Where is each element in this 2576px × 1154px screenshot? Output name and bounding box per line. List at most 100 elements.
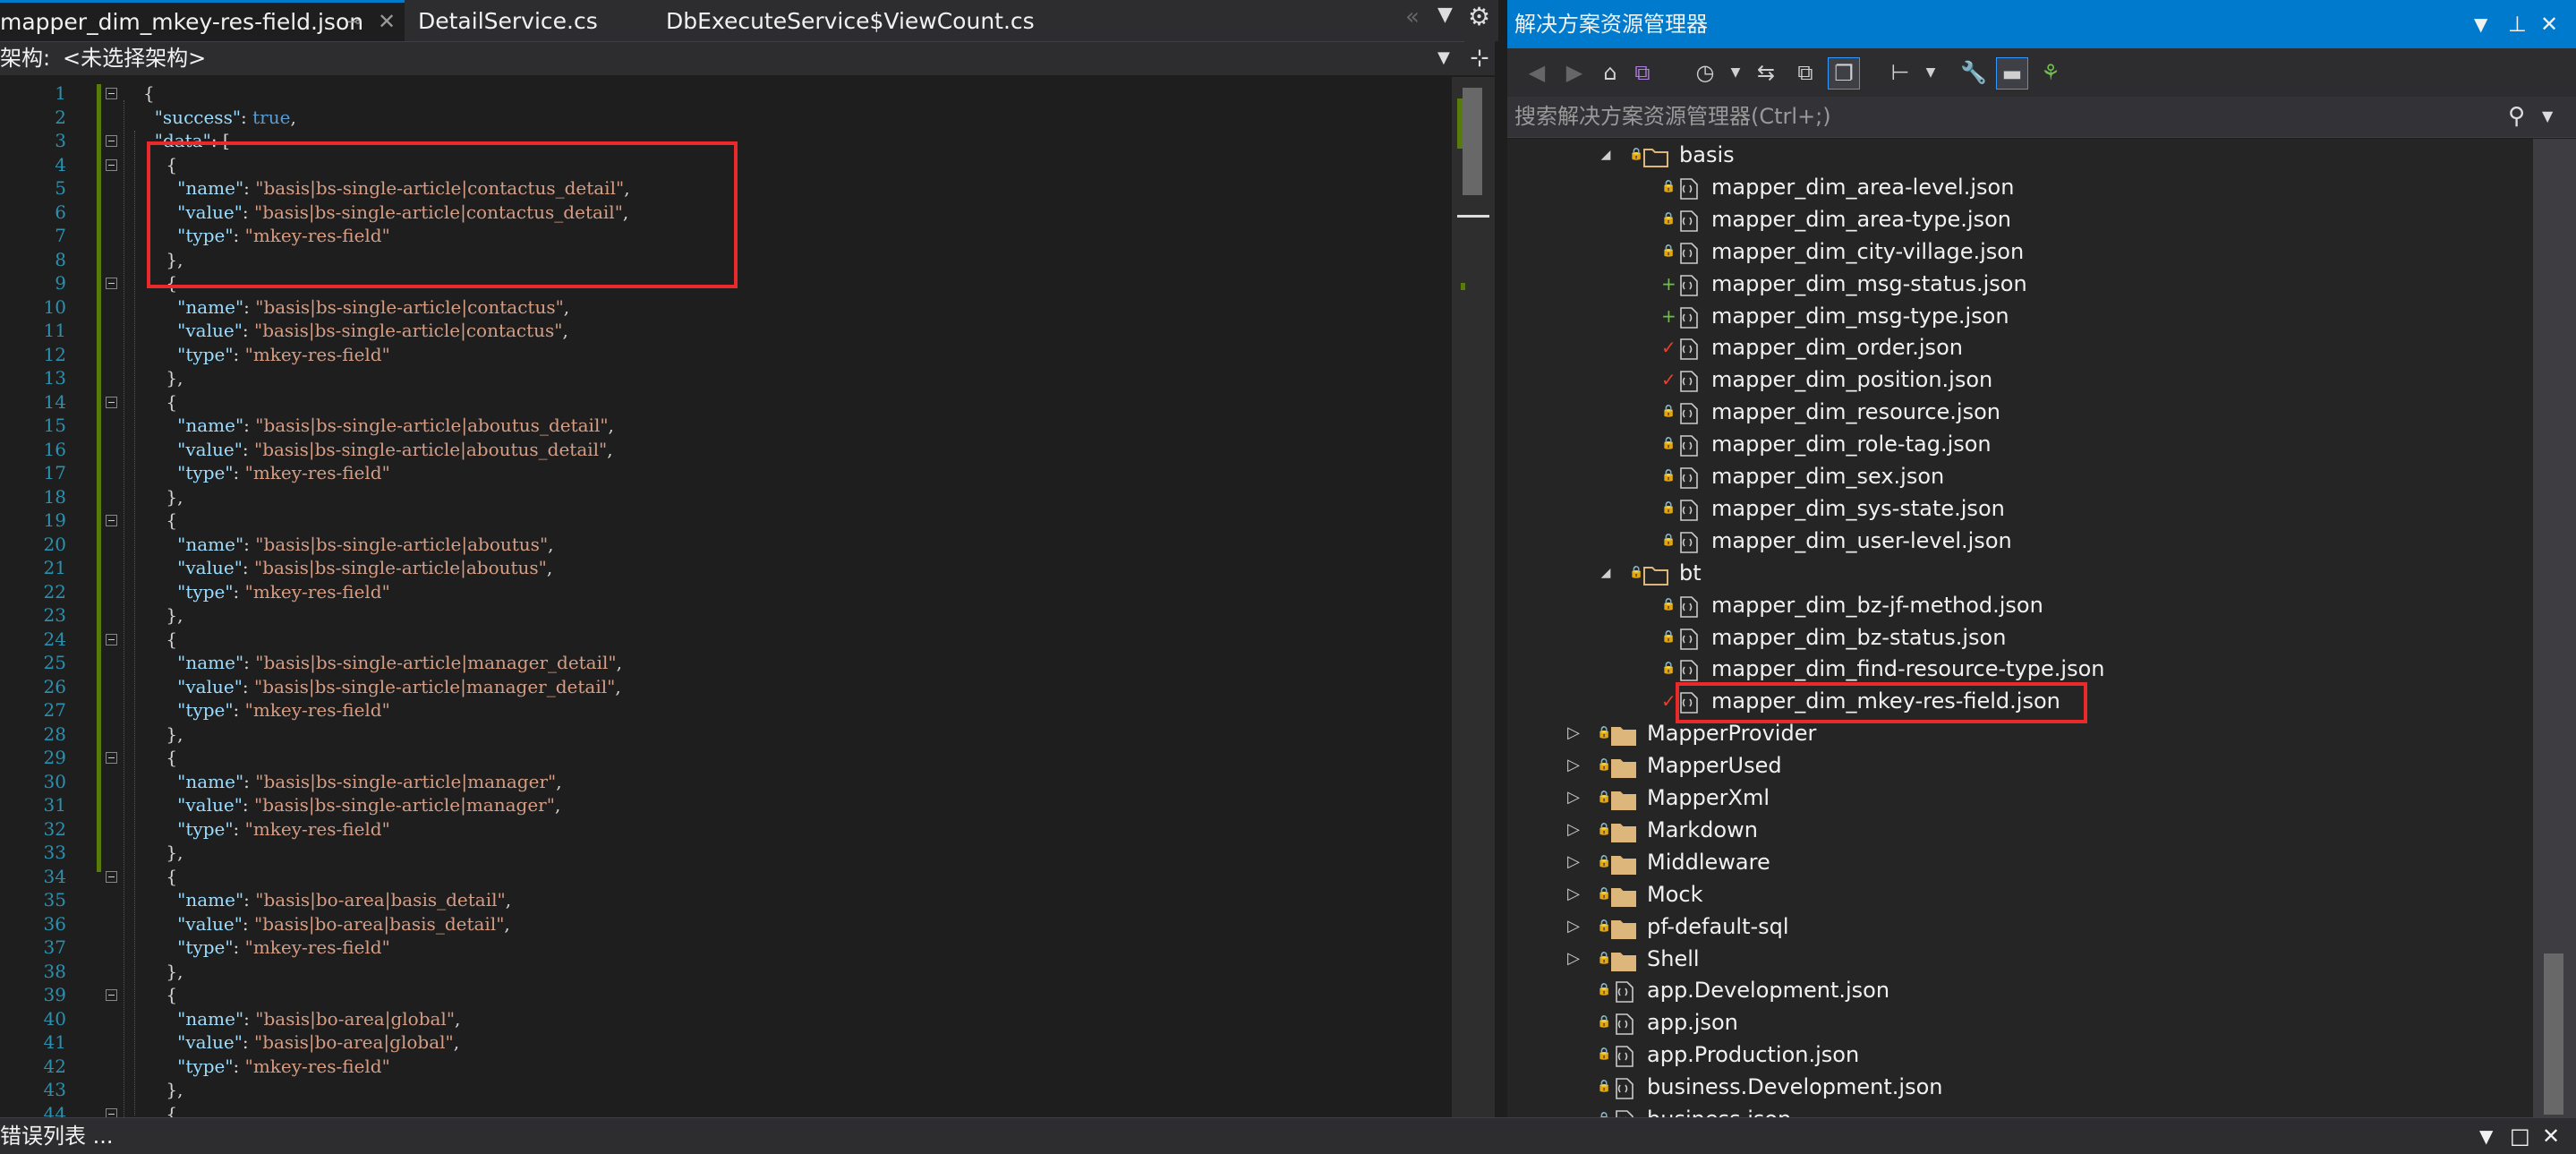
tree-file[interactable]: 🔒 app.Production.json	[1507, 1039, 2533, 1071]
tab-mapper-json[interactable]: mapper_dim_mkey-res-field.json ⊸ ✕	[0, 0, 405, 41]
fold-toggle-icon[interactable]	[106, 870, 117, 883]
dropdown-icon[interactable]: ▼	[1437, 4, 1453, 26]
collapsed-arrow-icon[interactable]: ▷	[1565, 878, 1582, 910]
tree-folder[interactable]: ▷ 🔒 pf-default-sql	[1507, 910, 2533, 943]
tree-file[interactable]: 🔒 mapper_dim_city-village.json	[1507, 235, 2533, 268]
dropdown-icon[interactable]: ▼	[1915, 57, 1946, 88]
tree-file[interactable]: 🔒 mapper_dim_area-type.json	[1507, 203, 2533, 235]
collapsed-arrow-icon[interactable]: ▷	[1565, 943, 1582, 975]
search-input[interactable]: 搜索解决方案资源管理器(Ctrl+;)	[1514, 97, 1831, 136]
tree-file[interactable]: 🔒 app.json	[1507, 1006, 2533, 1039]
tree-folder[interactable]: ◢ 🔒 bt	[1507, 557, 2533, 589]
tree-file[interactable]: + mapper_dim_msg-type.json	[1507, 300, 2533, 332]
code-token: "basis|bo-area|global"	[255, 1007, 456, 1030]
tab-dbexecuteservice[interactable]: DbExecuteService$ViewCount.cs	[666, 0, 1035, 41]
collapse-icon[interactable]: ⧉	[1790, 57, 1821, 88]
expanded-arrow-icon[interactable]: ◢	[1597, 557, 1615, 589]
solution-explorer-search[interactable]: 搜索解决方案资源管理器(Ctrl+;) ⚲ ▼	[1507, 97, 2576, 138]
code-token: {	[143, 82, 155, 104]
tree-folder[interactable]: ▷ 🔒 Markdown	[1507, 814, 2533, 846]
maximize-icon[interactable]: □	[2510, 1118, 2530, 1154]
search-icon[interactable]: ⚲	[2508, 97, 2525, 136]
tree-file[interactable]: 🔒 mapper_dim_user-level.json	[1507, 525, 2533, 557]
tree-file[interactable]: 🔒 mapper_dim_bz-jf-method.json	[1507, 589, 2533, 621]
tree-item-label: MapperUsed	[1647, 753, 1782, 779]
pin-icon[interactable]: ⊥	[2508, 0, 2527, 48]
scroll-thumb[interactable]	[1463, 88, 1482, 195]
graph-icon[interactable]: ⚘	[2035, 57, 2066, 88]
tree-file[interactable]: 🔒 business.Development.json	[1507, 1071, 2533, 1103]
preview-icon[interactable]: ▬	[1996, 57, 2028, 90]
tree-folder[interactable]: ▷ 🔒 MapperXml	[1507, 782, 2533, 814]
sync-icon[interactable]: ⇆	[1751, 57, 1781, 88]
tree-file[interactable]: 🔒 mapper_dim_sex.json	[1507, 460, 2533, 492]
tree-folder[interactable]: ▷ 🔒 Mock	[1507, 878, 2533, 910]
home-icon[interactable]: ⌂	[1595, 57, 1625, 88]
fold-toggle-icon[interactable]	[106, 396, 117, 408]
tree-file[interactable]: 🔒 mapper_dim_find-resource-type.json	[1507, 653, 2533, 685]
tree-file[interactable]: + mapper_dim_msg-status.json	[1507, 268, 2533, 300]
tree-file[interactable]: 🔒 business.json	[1507, 1103, 2533, 1117]
tree-folder[interactable]: ◢ 🔒 basis	[1507, 139, 2533, 171]
tree-folder[interactable]: ▷ 🔒 Shell	[1507, 943, 2533, 975]
wrench-icon[interactable]: 🔧	[1958, 57, 1989, 88]
collapsed-arrow-icon[interactable]: ▷	[1565, 814, 1582, 846]
chevron-down-icon[interactable]: ▼	[1437, 42, 1450, 74]
line-number: 42	[43, 1055, 66, 1077]
collapsed-arrow-icon[interactable]: ▷	[1565, 782, 1582, 814]
back-icon[interactable]: ◀	[1522, 57, 1552, 88]
expanded-arrow-icon[interactable]: ◢	[1597, 139, 1615, 171]
close-icon[interactable]: ✕	[2540, 0, 2558, 48]
tree-file[interactable]: 🔒 mapper_dim_role-tag.json	[1507, 428, 2533, 460]
tree-file[interactable]: ✓ mapper_dim_order.json	[1507, 331, 2533, 363]
fold-toggle-icon[interactable]	[106, 278, 117, 289]
dropdown-icon[interactable]: ▼	[2479, 1118, 2493, 1154]
scroll-tabs-left-icon[interactable]: «	[1405, 4, 1420, 30]
schema-selector[interactable]: <未选择架构>	[63, 42, 206, 74]
tab-detailservice[interactable]: DetailService.cs	[418, 0, 598, 41]
fold-toggle-icon[interactable]	[106, 515, 117, 526]
tree-folder[interactable]: ▷ 🔒 MapperUsed	[1507, 749, 2533, 782]
tree-item-label: Markdown	[1647, 816, 1758, 842]
editor-scrollbar[interactable]	[1452, 77, 1495, 1117]
tree-file[interactable]: ✓ mapper_dim_position.json	[1507, 363, 2533, 396]
code-token: :	[233, 817, 245, 840]
tree-scrollbar[interactable]	[2533, 139, 2576, 1117]
tree-item-label: mapper_dim_msg-type.json	[1711, 303, 2009, 329]
code-line: "value": "basis|bs-single-article|aboutu…	[143, 557, 552, 578]
collapsed-arrow-icon[interactable]: ▷	[1565, 846, 1582, 878]
tree-file[interactable]: 🔒 mapper_dim_bz-status.json	[1507, 621, 2533, 654]
tree-file[interactable]: 🔒 mapper_dim_area-level.json	[1507, 171, 2533, 203]
fold-toggle-icon[interactable]	[106, 633, 117, 645]
pin-icon[interactable]: ⊸	[347, 3, 361, 41]
close-icon[interactable]: ✕	[2542, 1118, 2560, 1154]
collapsed-arrow-icon[interactable]: ▷	[1565, 717, 1582, 749]
collapsed-arrow-icon[interactable]: ▷	[1565, 910, 1582, 943]
fold-toggle-icon[interactable]	[106, 989, 117, 1001]
fold-toggle-icon[interactable]	[106, 752, 117, 764]
dropdown-icon[interactable]: ▼	[1720, 57, 1751, 88]
tree-file[interactable]: 🔒 mapper_dim_sys-state.json	[1507, 492, 2533, 525]
show-all-files-icon[interactable]: ❐	[1828, 57, 1860, 90]
fold-toggle-icon[interactable]	[106, 135, 117, 147]
tree-file[interactable]: 🔒 app.Development.json	[1507, 974, 2533, 1006]
tree-folder[interactable]: ▷ 🔒 Middleware	[1507, 846, 2533, 878]
error-list-tab[interactable]: 错误列表 ...	[0, 1118, 114, 1154]
collapsed-arrow-icon[interactable]: ▷	[1565, 749, 1582, 782]
split-icon[interactable]: ⊹	[1464, 41, 1495, 75]
lock-icon: 🔒	[1661, 405, 1676, 419]
tree-file[interactable]: 🔒 mapper_dim_resource.json	[1507, 396, 2533, 428]
fold-toggle-icon[interactable]	[106, 88, 117, 99]
gear-icon[interactable]: ⚙	[1468, 2, 1490, 31]
fold-toggle-icon[interactable]	[106, 1107, 117, 1117]
properties-icon[interactable]: ⊢	[1885, 57, 1915, 88]
history-icon[interactable]: ◷	[1690, 57, 1720, 88]
dropdown-icon[interactable]: ▼	[2474, 0, 2487, 48]
scroll-thumb[interactable]	[2544, 953, 2563, 1115]
close-icon[interactable]: ✕	[378, 3, 396, 41]
vs-icon[interactable]: ⧉	[1627, 57, 1658, 88]
forward-icon[interactable]: ▶	[1559, 57, 1590, 88]
fold-toggle-icon[interactable]	[106, 158, 117, 171]
dropdown-icon[interactable]: ▼	[2542, 97, 2553, 136]
